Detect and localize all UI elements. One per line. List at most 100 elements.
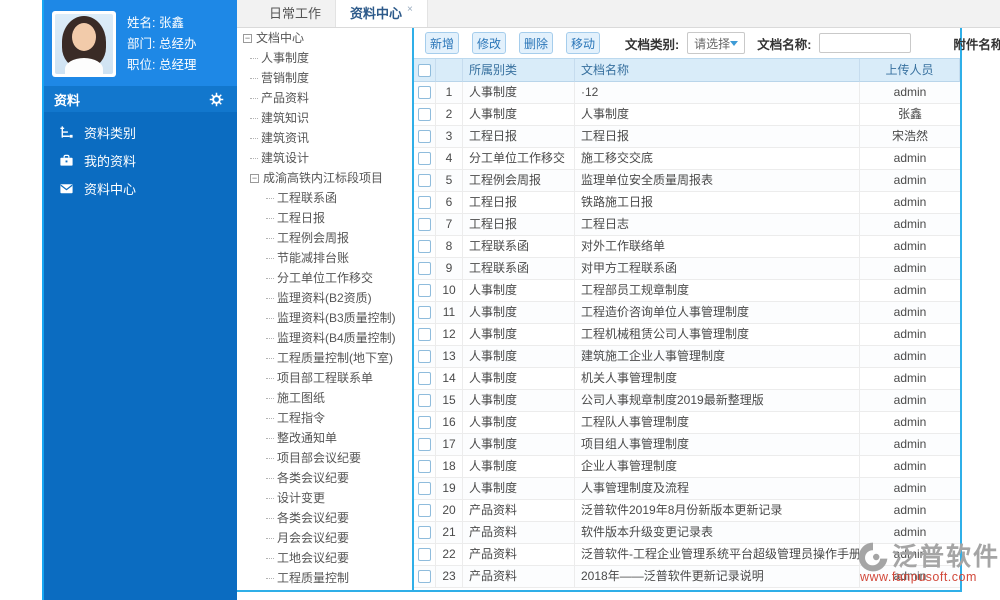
- tree-item[interactable]: 建筑资讯: [237, 128, 412, 148]
- row-doc-name: 人事管理制度及流程: [575, 478, 860, 500]
- tree-item[interactable]: 各类会议纪要: [237, 468, 412, 488]
- table-row[interactable]: 23 产品资料 2018年——泛普软件更新记录说明 admin: [414, 566, 960, 588]
- row-checkbox-cell: [414, 302, 436, 324]
- table-row[interactable]: 9 工程联系函 对甲方工程联系函 admin: [414, 258, 960, 280]
- table-row[interactable]: 8 工程联系函 对外工作联络单 admin: [414, 236, 960, 258]
- table-row[interactable]: 2 人事制度 人事制度 张鑫: [414, 104, 960, 126]
- table-row[interactable]: 20 产品资料 泛普软件2019年8月份新版本更新记录 admin: [414, 500, 960, 522]
- tab-daily-work[interactable]: 日常工作: [255, 0, 335, 27]
- tree-item[interactable]: 监理资料(B4质量控制): [237, 328, 412, 348]
- tree-item[interactable]: 人事制度: [237, 48, 412, 68]
- row-checkbox[interactable]: [418, 130, 431, 143]
- row-checkbox[interactable]: [418, 394, 431, 407]
- tree-node-project[interactable]: − 成渝高铁内江标段项目: [237, 168, 412, 188]
- table-row[interactable]: 17 人事制度 项目组人事管理制度 admin: [414, 434, 960, 456]
- collapse-icon[interactable]: −: [243, 34, 252, 43]
- tree-item[interactable]: 各类会议纪要: [237, 508, 412, 528]
- row-checkbox[interactable]: [418, 460, 431, 473]
- tree-item[interactable]: 施工图纸: [237, 388, 412, 408]
- tree-item[interactable]: 工程质量控制: [237, 568, 412, 588]
- tree-item[interactable]: 整改通知单: [237, 428, 412, 448]
- table-row[interactable]: 21 产品资料 软件版本升级变更记录表 admin: [414, 522, 960, 544]
- sidebar-item-data-category[interactable]: 资料类别: [44, 118, 237, 146]
- tree-item[interactable]: 产品资料: [237, 88, 412, 108]
- doc-type-select[interactable]: 请选择: [687, 32, 745, 54]
- row-category: 人事制度: [463, 368, 575, 390]
- row-checkbox[interactable]: [418, 152, 431, 165]
- table-row[interactable]: 12 人事制度 工程机械租赁公司人事管理制度 admin: [414, 324, 960, 346]
- table-row[interactable]: 13 人事制度 建筑施工企业人事管理制度 admin: [414, 346, 960, 368]
- tree-item-label: 工程质量控制: [277, 571, 349, 585]
- row-checkbox[interactable]: [418, 284, 431, 297]
- tree-item[interactable]: 节能减排台账: [237, 248, 412, 268]
- row-doc-name: 施工移交交底: [575, 148, 860, 170]
- table-row[interactable]: 10 人事制度 工程部员工规章制度 admin: [414, 280, 960, 302]
- tree-item-label: 各类会议纪要: [277, 471, 349, 485]
- tree-item[interactable]: 监理资料(B3质量控制): [237, 308, 412, 328]
- table-row[interactable]: 16 人事制度 工程队人事管理制度 admin: [414, 412, 960, 434]
- row-checkbox[interactable]: [418, 218, 431, 231]
- doc-name-input[interactable]: [819, 33, 911, 53]
- row-checkbox[interactable]: [418, 526, 431, 539]
- toolbar-button[interactable]: 修改: [472, 32, 506, 54]
- row-checkbox[interactable]: [418, 196, 431, 209]
- table-row[interactable]: 18 人事制度 企业人事管理制度 admin: [414, 456, 960, 478]
- row-checkbox[interactable]: [418, 240, 431, 253]
- tree-item[interactable]: 月会会议纪要: [237, 528, 412, 548]
- row-checkbox[interactable]: [418, 416, 431, 429]
- table-row[interactable]: 11 人事制度 工程造价咨询单位人事管理制度 admin: [414, 302, 960, 324]
- toolbar-button[interactable]: 删除: [519, 32, 553, 54]
- collapse-icon[interactable]: −: [250, 174, 259, 183]
- row-checkbox[interactable]: [418, 570, 431, 583]
- tree-item[interactable]: 工地会议纪要: [237, 548, 412, 568]
- table-row[interactable]: 3 工程日报 工程日报 宋浩然: [414, 126, 960, 148]
- row-checkbox[interactable]: [418, 86, 431, 99]
- row-checkbox[interactable]: [418, 504, 431, 517]
- toolbar-button[interactable]: 新增: [425, 32, 459, 54]
- table-row[interactable]: 22 产品资料 泛普软件-工程企业管理系统平台超级管理员操作手册 admin: [414, 544, 960, 566]
- table-row[interactable]: 19 人事制度 人事管理制度及流程 admin: [414, 478, 960, 500]
- tree-item[interactable]: 项目部会议纪要: [237, 448, 412, 468]
- tree-item[interactable]: 营销制度: [237, 68, 412, 88]
- tree-node-doc-center[interactable]: − 文档中心: [237, 28, 412, 48]
- tree-connector: [266, 334, 274, 339]
- select-all-checkbox[interactable]: [418, 64, 431, 77]
- row-checkbox[interactable]: [418, 372, 431, 385]
- tree-item[interactable]: 设计变更: [237, 488, 412, 508]
- content-bottom-border: [237, 590, 962, 592]
- tree-item[interactable]: 工程质量控制(地下室): [237, 348, 412, 368]
- row-checkbox[interactable]: [418, 108, 431, 121]
- tab-data-center[interactable]: 资料中心×: [335, 0, 428, 27]
- close-icon[interactable]: ×: [407, 4, 413, 15]
- tree-item[interactable]: 建筑设计: [237, 148, 412, 168]
- toolbar-button[interactable]: 移动: [566, 32, 600, 54]
- sidebar-item-data-center[interactable]: 资料中心: [44, 174, 237, 202]
- tree-item[interactable]: 监理资料(B2资质): [237, 288, 412, 308]
- table-row[interactable]: 1 人事制度 ·12 admin: [414, 82, 960, 104]
- row-checkbox[interactable]: [418, 174, 431, 187]
- row-checkbox[interactable]: [418, 482, 431, 495]
- row-checkbox[interactable]: [418, 306, 431, 319]
- table-row[interactable]: 7 工程日报 工程日志 admin: [414, 214, 960, 236]
- row-checkbox[interactable]: [418, 328, 431, 341]
- row-checkbox[interactable]: [418, 350, 431, 363]
- table-row[interactable]: 4 分工单位工作移交 施工移交交底 admin: [414, 148, 960, 170]
- row-checkbox[interactable]: [418, 262, 431, 275]
- table-row[interactable]: 14 人事制度 机关人事管理制度 admin: [414, 368, 960, 390]
- row-uploader: admin: [860, 500, 960, 522]
- gear-icon[interactable]: [209, 92, 224, 107]
- tree-item[interactable]: 工程例会周报: [237, 228, 412, 248]
- tree-item[interactable]: 工程联系函: [237, 188, 412, 208]
- sidebar-item-my-data[interactable]: 我的资料: [44, 146, 237, 174]
- tree-item[interactable]: 工程日报: [237, 208, 412, 228]
- row-doc-name: 企业人事管理制度: [575, 456, 860, 478]
- table-row[interactable]: 6 工程日报 铁路施工日报 admin: [414, 192, 960, 214]
- tree-item[interactable]: 工程指令: [237, 408, 412, 428]
- row-checkbox[interactable]: [418, 438, 431, 451]
- tree-item[interactable]: 建筑知识: [237, 108, 412, 128]
- tree-item[interactable]: 项目部工程联系单: [237, 368, 412, 388]
- table-row[interactable]: 5 工程例会周报 监理单位安全质量周报表 admin: [414, 170, 960, 192]
- tree-item[interactable]: 分工单位工作移交: [237, 268, 412, 288]
- table-row[interactable]: 15 人事制度 公司人事规章制度2019最新整理版 admin: [414, 390, 960, 412]
- row-checkbox[interactable]: [418, 548, 431, 561]
